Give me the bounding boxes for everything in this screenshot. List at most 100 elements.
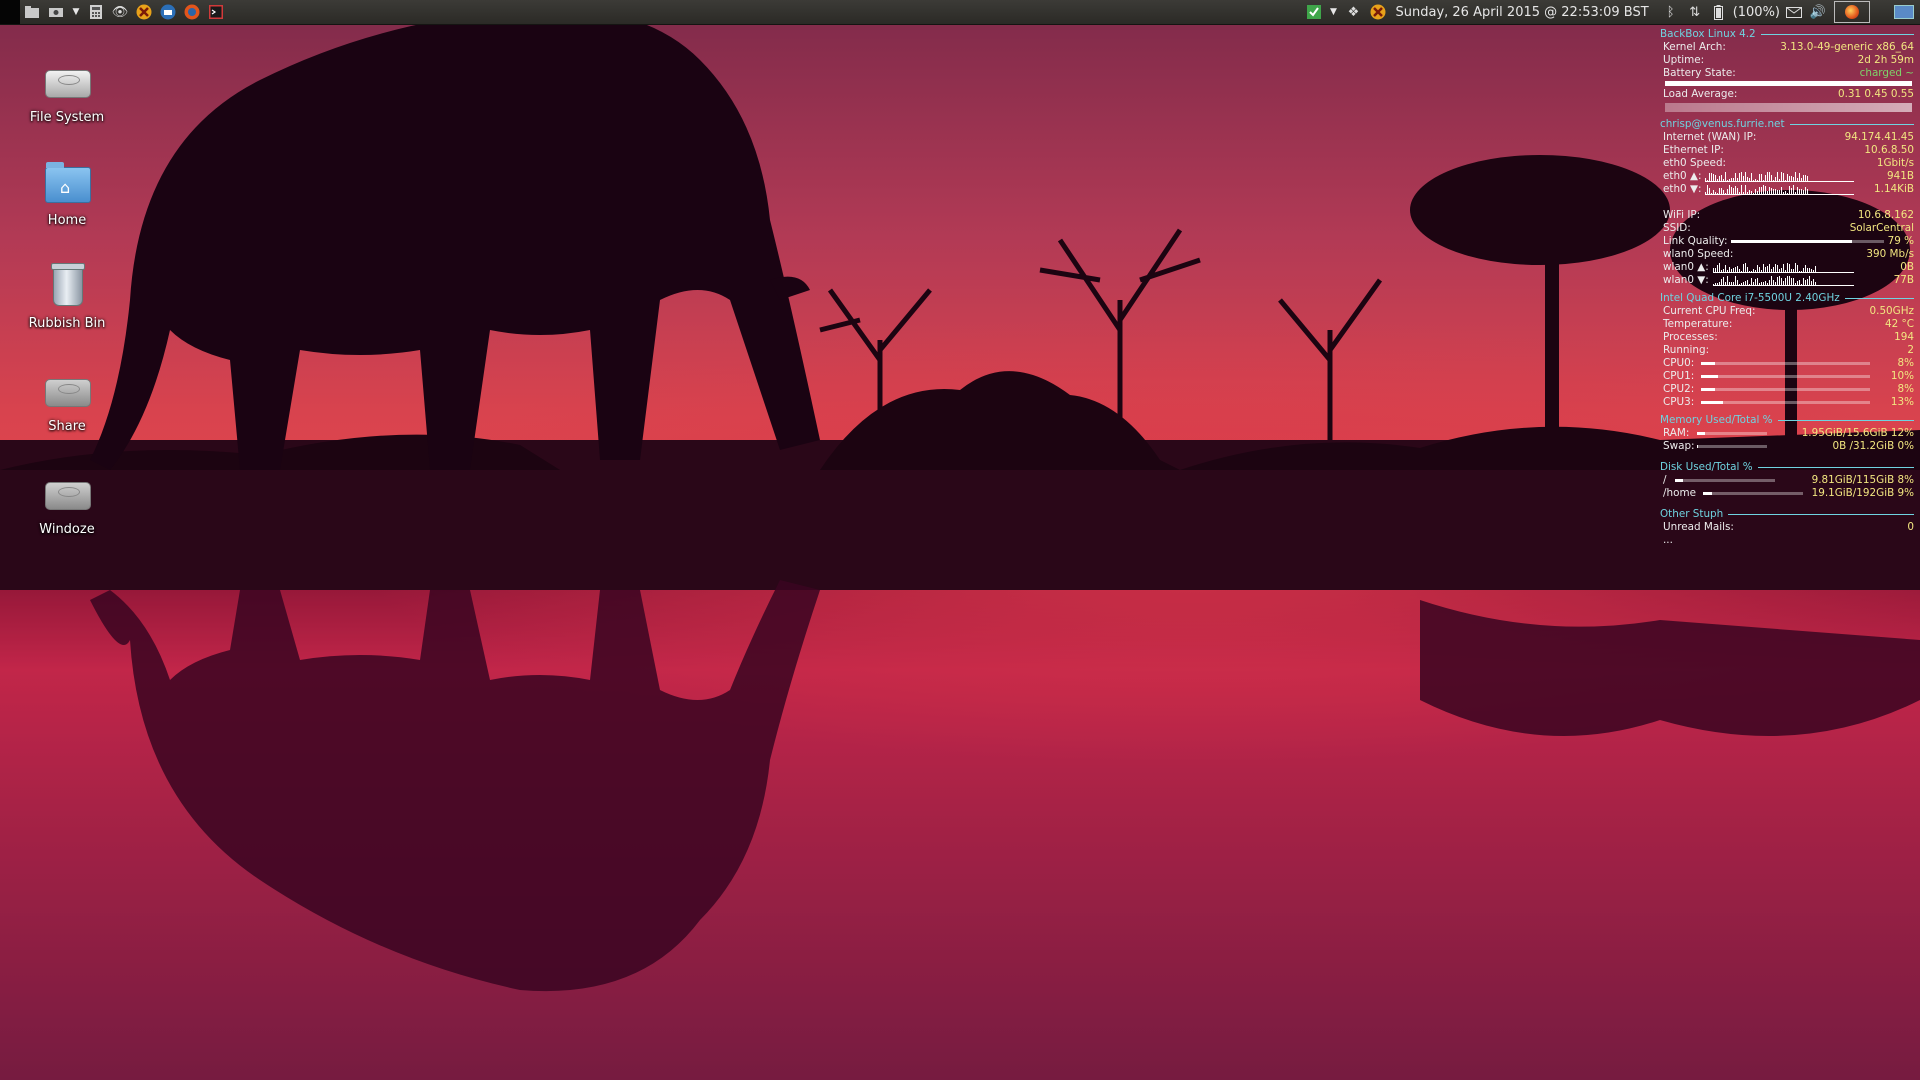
sparkline-bar	[1748, 271, 1750, 272]
section-header-system: BackBox Linux 4.2	[1660, 28, 1914, 41]
sparkline-bar	[1764, 281, 1766, 285]
sparkline-bar	[1799, 189, 1801, 194]
desktop-icon-windoze[interactable]: Windoze	[22, 462, 112, 565]
sparkline-bar	[1713, 190, 1715, 194]
sparkline-bar	[1800, 271, 1802, 272]
sparkline-bar	[1788, 264, 1790, 272]
terminal-icon[interactable]	[207, 3, 225, 21]
battery-percent[interactable]: (100%)	[1733, 5, 1780, 20]
section-header-disk: Disk Used/Total %	[1660, 461, 1914, 474]
sparkline-bar	[1726, 270, 1728, 272]
bar-fill	[1697, 432, 1706, 435]
running-row: Running: 2	[1663, 344, 1914, 356]
crossover-tray-icon[interactable]	[1369, 3, 1387, 21]
ssid-row: SSID: SolarCentral	[1663, 222, 1914, 234]
cpu-core-row: CPU0: 8%	[1663, 357, 1914, 369]
sparkline-bar	[1728, 282, 1730, 285]
sparkline-bar	[1804, 280, 1806, 285]
sparkline-bar	[1803, 190, 1805, 194]
dropdown-arrow-icon[interactable]: ▼	[1329, 3, 1339, 21]
sparkline-bar	[1753, 193, 1755, 194]
sparkline-bar	[1781, 187, 1783, 194]
desktop-icon-label: Home	[47, 213, 87, 228]
sparkline-bar	[1782, 264, 1784, 272]
sparkline-bar	[1718, 282, 1720, 285]
bar-fill	[1731, 240, 1852, 243]
firefox-icon	[1845, 5, 1859, 19]
cpu-core-row: CPU1: 10%	[1663, 370, 1914, 382]
link-quality-bar	[1731, 240, 1884, 243]
sparkline-bar	[1751, 173, 1753, 181]
desktop-icon-label: Rubbish Bin	[28, 316, 106, 331]
sparkline-bar	[1709, 173, 1711, 181]
sparkline-bar	[1753, 180, 1755, 181]
sparkline-bar	[1800, 284, 1802, 285]
sparkline-bar	[1754, 270, 1756, 272]
desktop-icon-share[interactable]: Share	[22, 359, 112, 462]
desktop-icon-rubbish-bin[interactable]: Rubbish Bin	[22, 256, 112, 359]
processes-row: Processes: 194	[1663, 331, 1914, 343]
sparkline-bar	[1766, 283, 1768, 285]
sparkline-bar	[1777, 172, 1779, 181]
dropdown-arrow-icon[interactable]: ▼	[71, 3, 81, 21]
sparkline-bar	[1786, 263, 1788, 272]
sparkline-bar	[1805, 187, 1807, 194]
sparkline-bar	[1808, 268, 1810, 272]
sparkline-bar	[1784, 278, 1786, 285]
sparkline-bar	[1749, 178, 1751, 181]
thunderbird-icon[interactable]	[159, 3, 177, 21]
sparkline-bar	[1790, 278, 1792, 285]
volume-icon[interactable]: 🔊	[1809, 3, 1827, 21]
bluetooth-icon[interactable]: ᛒ	[1662, 3, 1680, 21]
sparkline-bar	[1771, 188, 1773, 194]
sparkline-bar	[1758, 267, 1760, 272]
desktop-icon-label: Windoze	[39, 522, 95, 537]
desktop-icon-file-system[interactable]: File System	[22, 50, 112, 153]
cpu-core-row: CPU3: 13%	[1663, 396, 1914, 408]
link-quality-row: Link Quality: 79 %	[1663, 235, 1914, 247]
network-icon[interactable]: ⇅	[1686, 3, 1704, 21]
desktop-icon-home[interactable]: ⌂ Home	[22, 153, 112, 256]
sparkline-bar	[1740, 283, 1742, 285]
sparkline-bar	[1769, 187, 1771, 194]
dropbox-icon[interactable]: ❖	[1345, 3, 1363, 21]
menu-button[interactable]	[0, 0, 20, 24]
sparkline-bar	[1716, 283, 1718, 285]
sparkline-bar	[1794, 263, 1796, 272]
sparkline-bar	[1810, 269, 1812, 272]
clock[interactable]: Sunday, 26 April 2015 @ 22:53:09 BST	[1396, 5, 1649, 20]
file-manager-icon[interactable]	[23, 3, 41, 21]
eye-icon[interactable]: 👁	[111, 3, 129, 21]
eth-speed-row: eth0 Speed: 1Gbit/s	[1663, 157, 1914, 169]
sparkline-bar	[1744, 281, 1746, 285]
sparkline-bar	[1757, 191, 1759, 194]
sparkline-bar	[1802, 268, 1804, 272]
calculator-icon[interactable]	[87, 3, 105, 21]
update-manager-icon[interactable]	[1305, 3, 1323, 21]
sparkline-bar	[1720, 279, 1722, 285]
mail-icon[interactable]	[1785, 3, 1803, 21]
sparkline-bar	[1738, 284, 1740, 285]
show-desktop-button[interactable]	[1874, 0, 1920, 24]
sparkline-bar	[1715, 192, 1717, 194]
battery-icon[interactable]	[1710, 3, 1728, 21]
home-disk-row: /home 19.1GiB/192GiB 9%	[1663, 487, 1914, 499]
sparkline-bar	[1786, 276, 1788, 285]
bar-fill	[1703, 492, 1712, 495]
root-disk-row: /9.81GiB/115GiB 8%	[1663, 474, 1914, 486]
sparkline-bar	[1739, 192, 1741, 194]
camera-icon[interactable]	[47, 3, 65, 21]
firefox-taskbar-button[interactable]	[1834, 1, 1870, 23]
sparkline-bar	[1768, 280, 1770, 285]
sparkline-bar	[1737, 188, 1739, 194]
cpu-freq-row: Current CPU Freq: 0.50GHz	[1663, 305, 1914, 317]
sparkline-bar	[1756, 278, 1758, 285]
firefox-icon[interactable]	[183, 3, 201, 21]
sparkline-bar	[1746, 267, 1748, 272]
sparkline-bar	[1807, 176, 1809, 181]
sparkline-bar	[1707, 185, 1709, 194]
sparkline-bar	[1783, 173, 1785, 181]
sparkline-bar	[1707, 180, 1709, 181]
crossover-icon[interactable]	[135, 3, 153, 21]
sparkline-bar	[1739, 173, 1741, 181]
